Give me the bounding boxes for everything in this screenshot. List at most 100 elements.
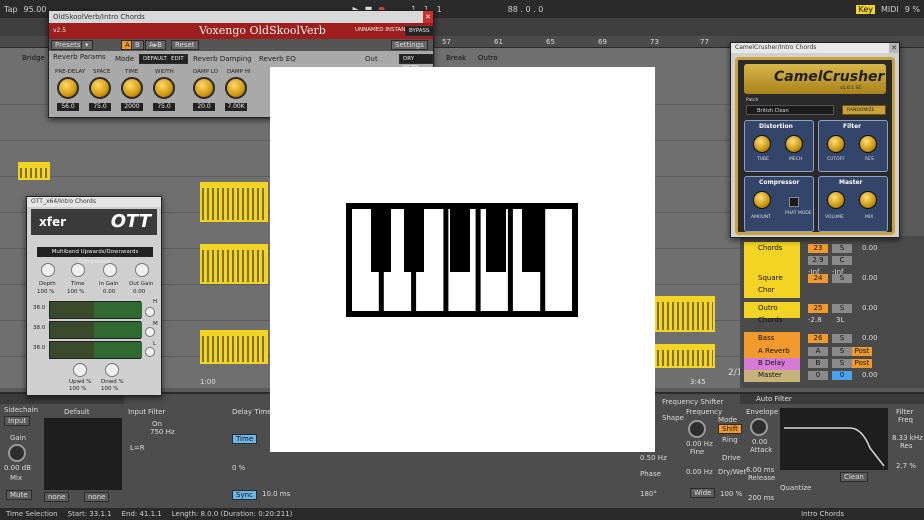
midi-clip[interactable]: [18, 162, 50, 180]
knob-value[interactable]: 75.0: [153, 103, 175, 111]
freq-value[interactable]: 8.33 kHz: [892, 434, 923, 442]
midi-clip[interactable]: [200, 330, 268, 364]
out-gain-knob[interactable]: [135, 263, 149, 277]
frequency-knob[interactable]: [688, 420, 706, 438]
track-name[interactable]: Outro Chords: [744, 302, 800, 324]
volume-value[interactable]: 0.00: [862, 304, 878, 312]
track-name[interactable]: Master: [744, 370, 800, 382]
audio-from-select[interactable]: none: [84, 492, 110, 502]
midi-map-button[interactable]: MIDI: [881, 5, 899, 14]
solo-button[interactable]: S: [832, 347, 852, 356]
phase-value[interactable]: 180°: [640, 490, 657, 498]
tube-knob[interactable]: [753, 135, 771, 153]
locator-outro[interactable]: Outro: [478, 54, 498, 62]
volume-value[interactable]: 0.00: [862, 334, 878, 342]
frequency-value[interactable]: 0.00 Hz: [686, 440, 713, 448]
track-name[interactable]: B Delay: [744, 358, 800, 370]
solo-button[interactable]: S: [832, 359, 852, 368]
locator-break[interactable]: Break: [446, 54, 466, 62]
tempo-field[interactable]: 95.00: [24, 5, 47, 14]
res-knob[interactable]: [859, 135, 877, 153]
width-knob[interactable]: [153, 77, 175, 99]
band-mid-knob[interactable]: [145, 327, 155, 337]
midi-clip[interactable]: [655, 296, 715, 332]
track-number[interactable]: 23: [808, 244, 828, 253]
space-knob[interactable]: [89, 77, 111, 99]
midi-clip[interactable]: [200, 182, 268, 222]
amount-knob[interactable]: [753, 191, 771, 209]
preset-arrow-icon[interactable]: ▾: [81, 40, 93, 50]
close-icon[interactable]: ✕: [423, 11, 433, 23]
knob-value[interactable]: 75.0: [89, 103, 111, 111]
band-meter-mid[interactable]: [49, 321, 142, 339]
filter-freq[interactable]: 750 Hz: [150, 428, 175, 436]
clean-select[interactable]: Clean: [840, 472, 868, 482]
knob-value[interactable]: 2000: [121, 103, 143, 111]
volume-value[interactable]: 0.00: [862, 244, 878, 252]
knob-value[interactable]: 100 %: [37, 289, 54, 295]
mute-button[interactable]: Mute: [6, 490, 32, 500]
track-outro-chords[interactable]: Outro Chords 25 S 0.00 -2.8 3L: [744, 302, 920, 324]
envelope-knob[interactable]: [750, 418, 768, 436]
tap-button[interactable]: Tap: [4, 5, 18, 14]
key-map-button[interactable]: Key: [856, 4, 875, 14]
reset-button[interactable]: Reset: [171, 40, 199, 50]
time-knob[interactable]: [71, 263, 85, 277]
preset-name[interactable]: Default: [64, 408, 90, 416]
phat-mode-toggle[interactable]: [789, 197, 799, 207]
window-title[interactable]: OTT_x64/Intro Chords: [27, 197, 161, 207]
track-b-delay[interactable]: B Delay B S Post: [744, 358, 920, 370]
upwd-value[interactable]: 100 %: [69, 386, 86, 392]
post-button[interactable]: Post: [852, 359, 872, 368]
track-name[interactable]: A Reverb: [744, 346, 800, 358]
window-title[interactable]: CamelCrusher/Intro Chords: [731, 43, 899, 53]
depth-knob[interactable]: [41, 263, 55, 277]
gain-knob[interactable]: [8, 444, 26, 462]
knob-value[interactable]: 20.0: [193, 103, 215, 111]
track-square-chords[interactable]: Square Chor 24 S 0.00: [744, 272, 920, 294]
band-low-knob[interactable]: [145, 347, 155, 357]
bypass-button[interactable]: BYPASS: [405, 26, 434, 36]
knob-value[interactable]: 7.00K: [225, 103, 247, 111]
midi-clip[interactable]: [655, 344, 715, 368]
locator-bridge[interactable]: Bridge: [22, 54, 45, 62]
preset-display[interactable]: Multiband Upwards/Downwards Compressor: [37, 247, 153, 265]
dry-mute-button[interactable]: DRY MUTE: [399, 54, 433, 71]
volume-value[interactable]: 0.00: [862, 274, 878, 282]
midi-from-select[interactable]: none: [44, 492, 70, 502]
dnwd-value[interactable]: 100 %: [101, 386, 118, 392]
link-lr[interactable]: L=R: [130, 444, 145, 452]
solo-button[interactable]: S: [832, 304, 852, 313]
ott-window[interactable]: OTT_x64/Intro Chords xfer OTT Multiband …: [26, 196, 162, 396]
shift-mode-button[interactable]: Shift: [718, 424, 742, 434]
track-name[interactable]: Square Chor: [744, 272, 800, 294]
solo-button[interactable]: S: [832, 334, 852, 343]
band-meter-low[interactable]: [49, 341, 142, 359]
drywet-value[interactable]: 100 %: [720, 490, 742, 498]
edit-button[interactable]: EDIT: [167, 54, 188, 64]
knob-value[interactable]: 0.00: [103, 289, 115, 295]
knob-value[interactable]: 100 %: [67, 289, 84, 295]
pan-value[interactable]: 2.9: [808, 256, 828, 265]
loop-length[interactable]: 88 . 0 . 0: [508, 5, 544, 14]
sync-button[interactable]: Sync: [232, 490, 257, 500]
track-number[interactable]: 26: [808, 334, 828, 343]
ab-b-button[interactable]: B: [131, 40, 144, 50]
time-mode-button[interactable]: Time: [232, 434, 258, 444]
sidechain-input[interactable]: Input: [4, 416, 31, 426]
post-button[interactable]: Post: [852, 347, 872, 356]
window-title[interactable]: OldSkoolVerb/Intro Chords: [49, 11, 433, 23]
res-value[interactable]: 2.7 %: [896, 462, 916, 470]
damp-lo-knob[interactable]: [193, 77, 215, 99]
patch-select[interactable]: British Clean: [746, 105, 834, 115]
ab-copy-button[interactable]: A▸B: [145, 40, 167, 50]
midi-clip[interactable]: [200, 244, 268, 284]
attack-value[interactable]: 6.00 ms: [746, 466, 774, 474]
pre-delay-knob[interactable]: [57, 77, 79, 99]
track-number[interactable]: 24: [808, 274, 828, 283]
volume-value[interactable]: 0.00: [862, 371, 878, 379]
offset-value[interactable]: 0 %: [232, 464, 245, 472]
track-master[interactable]: Master 0 0 0.00: [744, 370, 920, 382]
pad-display[interactable]: [44, 418, 122, 490]
mix-knob[interactable]: [859, 191, 877, 209]
